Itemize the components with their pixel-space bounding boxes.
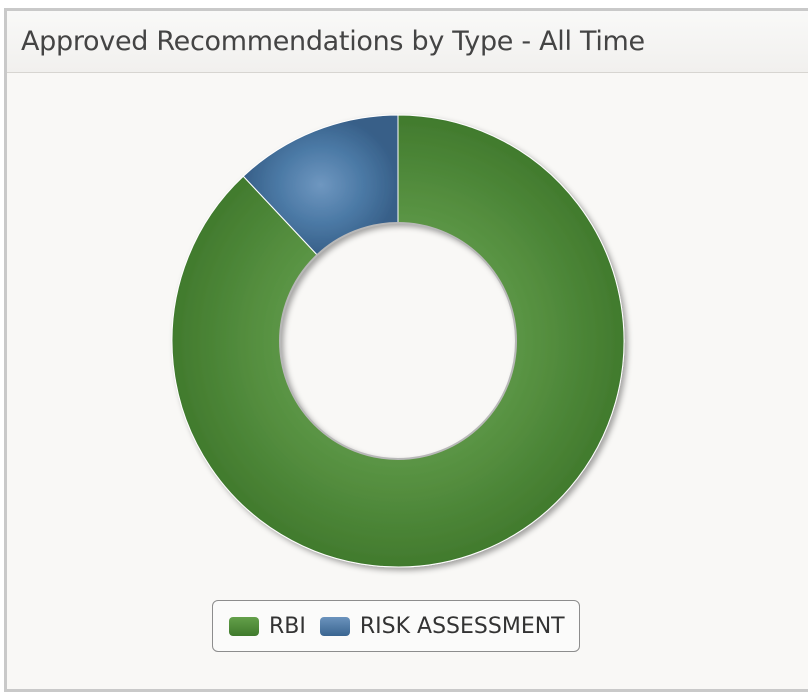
legend-swatch-risk-assessment xyxy=(319,616,350,636)
chart-legend: RBI RISK ASSESSMENT xyxy=(212,600,580,652)
legend-label-risk-assessment: RISK ASSESSMENT xyxy=(359,613,565,639)
legend-item-rbi[interactable]: RBI xyxy=(229,614,306,639)
donut-chart xyxy=(171,114,625,568)
legend-swatch-rbi xyxy=(229,616,259,636)
donut-hole-ring xyxy=(279,222,517,460)
legend-label-rbi: RBI xyxy=(269,613,306,639)
legend-item-risk-assessment[interactable]: RISK ASSESSMENT xyxy=(319,613,565,639)
